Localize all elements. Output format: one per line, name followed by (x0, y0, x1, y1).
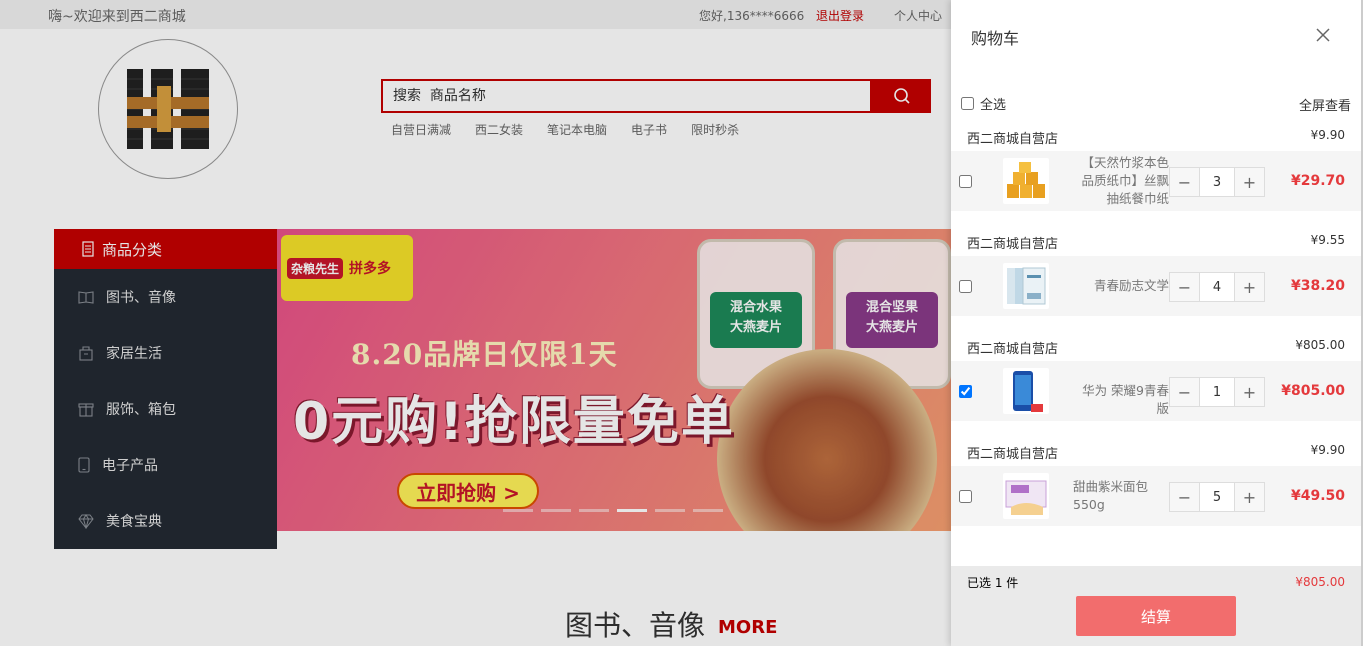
line-total: ¥49.50 (1290, 488, 1345, 504)
cart-item-row: 【天然竹浆本色品质纸巾】丝飘抽纸餐巾纸 − + ¥29.70 (951, 151, 1361, 211)
cart-item-row: 甜曲紫米面包550g − + ¥49.50 (951, 466, 1361, 526)
product-thumbnail-bread[interactable] (1003, 473, 1049, 519)
decrease-button[interactable]: − (1170, 168, 1199, 196)
cart-title: 购物车 (971, 29, 1020, 48)
store-price: ¥805.00 (1295, 338, 1345, 352)
quantity-stepper: − + (1169, 167, 1265, 197)
cart-drawer: 购物车 全选 全屏查看 西二商城自营店 ¥9.90 【天然竹浆本色品质纸巾】丝飘… (951, 0, 1363, 646)
item-name[interactable]: 甜曲紫米面包550g (1073, 478, 1171, 514)
store-price: ¥9.90 (1310, 128, 1345, 142)
fullscreen-link[interactable]: 全屏查看 (1299, 95, 1351, 114)
quantity-input[interactable] (1199, 273, 1235, 301)
increase-button[interactable]: + (1235, 273, 1264, 301)
line-total: ¥805.00 (1281, 383, 1345, 399)
item-checkbox[interactable] (959, 280, 972, 293)
quantity-stepper: − + (1169, 482, 1265, 512)
quantity-input[interactable] (1199, 483, 1235, 511)
cart-store-row: 西二商城自营店 ¥805.00 (951, 331, 1361, 361)
cart-item-row: 青春励志文学 − + ¥38.20 (951, 256, 1361, 316)
product-thumbnail-book[interactable] (1003, 263, 1049, 309)
store-price: ¥9.55 (1310, 233, 1345, 247)
increase-button[interactable]: + (1235, 483, 1264, 511)
cart-footer: 已选 1 件 ¥805.00 结算 (951, 566, 1361, 646)
decrease-button[interactable]: − (1170, 273, 1199, 301)
quantity-input[interactable] (1199, 168, 1235, 196)
increase-button[interactable]: + (1235, 378, 1264, 406)
store-name: 西二商城自营店 (967, 342, 1059, 357)
quantity-stepper: − + (1169, 377, 1265, 407)
selected-total: ¥805.00 (1295, 575, 1345, 589)
select-all: 全选 (961, 94, 1006, 113)
close-icon[interactable] (1315, 27, 1331, 43)
cart-store-row: 西二商城自营店 ¥9.90 (951, 121, 1361, 151)
store-name: 西二商城自营店 (967, 237, 1059, 252)
store-name: 西二商城自营店 (967, 447, 1059, 462)
quantity-input[interactable] (1199, 378, 1235, 406)
cart-store-row: 西二商城自营店 ¥9.55 (951, 226, 1361, 256)
item-name[interactable]: 【天然竹浆本色品质纸巾】丝飘抽纸餐巾纸 (1071, 154, 1169, 208)
select-all-checkbox[interactable] (961, 97, 974, 110)
product-thumbnail-phone[interactable] (1003, 368, 1049, 414)
cart-item-row: 华为 荣耀9青春版 − + ¥805.00 (951, 361, 1361, 421)
item-checkbox[interactable] (959, 175, 972, 188)
increase-button[interactable]: + (1235, 168, 1264, 196)
product-thumbnail-tissues[interactable] (1003, 158, 1049, 204)
checkout-button[interactable]: 结算 (1076, 596, 1236, 636)
decrease-button[interactable]: − (1170, 378, 1199, 406)
line-total: ¥38.20 (1290, 278, 1345, 294)
decrease-button[interactable]: − (1170, 483, 1199, 511)
cart-store-row: 西二商城自营店 ¥9.90 (951, 436, 1361, 466)
item-name[interactable]: 华为 荣耀9青春版 (1071, 382, 1169, 418)
item-name[interactable]: 青春励志文学 (1071, 277, 1169, 295)
selected-count: 已选 1 件 (967, 576, 1019, 590)
store-price: ¥9.90 (1310, 443, 1345, 457)
item-checkbox[interactable] (959, 490, 972, 503)
line-total: ¥29.70 (1290, 173, 1345, 189)
select-all-label: 全选 (980, 98, 1007, 113)
item-checkbox[interactable] (959, 385, 972, 398)
quantity-stepper: − + (1169, 272, 1265, 302)
store-name: 西二商城自营店 (967, 132, 1059, 147)
